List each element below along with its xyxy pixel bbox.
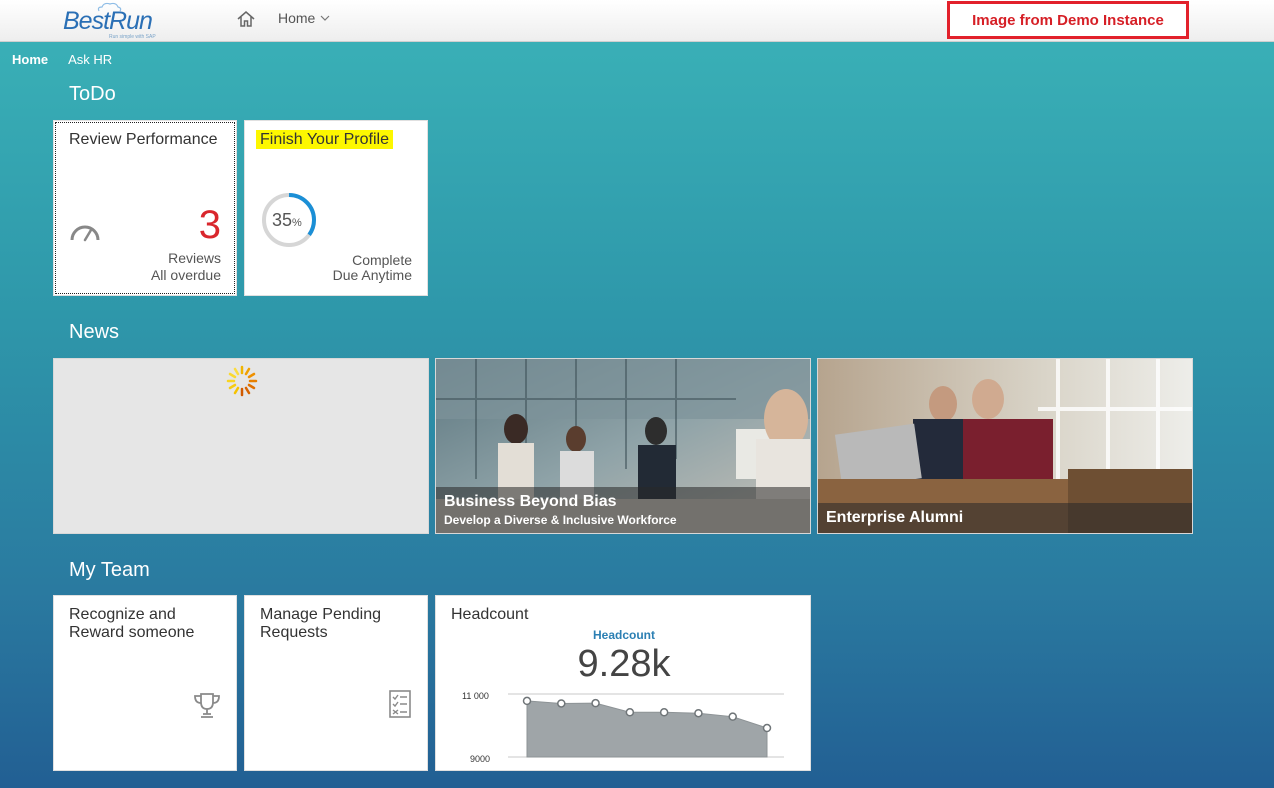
- bestrun-logo[interactable]: BestRun Run simple with SAP: [63, 2, 163, 40]
- profile-percent-unit: %: [292, 217, 302, 229]
- subnav-home[interactable]: Home: [12, 52, 48, 67]
- section-title-todo: ToDo: [69, 83, 116, 105]
- sub-navigation: Home Ask HR: [12, 52, 112, 67]
- review-label: Reviews: [168, 250, 221, 266]
- demo-badge-text: Image from Demo Instance: [972, 11, 1164, 29]
- tile-title-line2: Requests: [260, 624, 328, 641]
- logo-tagline: Run simple with SAP: [109, 34, 156, 40]
- loading-spinner-icon: [226, 365, 258, 397]
- y-tick-label: 11 000: [462, 691, 489, 701]
- headcount-data-point: [591, 698, 600, 708]
- headcount-data-point: [659, 708, 669, 717]
- shell-header: BestRun Run simple with SAP Home Image f…: [0, 0, 1274, 42]
- profile-percent: 35%: [272, 210, 302, 231]
- news-caption: Business Beyond Bias Develop a Diverse &…: [436, 487, 810, 533]
- tile-title: Recognize and Reward someone: [69, 606, 194, 642]
- chevron-down-icon: [320, 15, 330, 21]
- y-tick-label: 9000: [470, 754, 490, 764]
- section-title-news: News: [69, 321, 120, 343]
- recognize-reward-tile[interactable]: Recognize and Reward someone: [53, 595, 237, 771]
- manage-requests-tile[interactable]: Manage Pending Requests: [244, 595, 428, 771]
- logo-text: BestRun: [63, 7, 153, 35]
- news-title: Business Beyond Bias: [444, 493, 617, 510]
- news-title: Enterprise Alumni: [826, 509, 964, 526]
- news-tile-loading[interactable]: [53, 358, 429, 534]
- profile-due-label: Due Anytime: [332, 267, 412, 283]
- tile-title: Manage Pending Requests: [260, 606, 381, 642]
- news-tile-enterprise-alumni[interactable]: Enterprise Alumni: [817, 358, 1193, 534]
- section-title-my-team: My Team: [69, 559, 150, 581]
- headcount-tile[interactable]: Headcount Headcount 9.28k 11 000 9000: [435, 595, 811, 771]
- headcount-data-point: [762, 723, 772, 733]
- news-caption: Enterprise Alumni: [818, 503, 1192, 533]
- profile-percent-value: 35: [272, 210, 293, 230]
- headcount-data-point: [522, 696, 532, 706]
- finish-profile-tile[interactable]: Finish Your Profile 35% Complete Due Any…: [244, 120, 428, 296]
- gauge-icon: [70, 225, 100, 242]
- tile-title-line1: Recognize and: [69, 606, 176, 623]
- trophy-icon: [194, 693, 220, 718]
- tile-title-line2: Reward someone: [69, 624, 195, 641]
- tile-title-line1: Manage Pending: [260, 606, 381, 623]
- home-icon[interactable]: [236, 9, 256, 29]
- profile-complete-label: Complete: [352, 252, 412, 268]
- headcount-title: Headcount: [451, 606, 529, 623]
- headcount-data-point: [694, 708, 703, 718]
- news-tile-business-beyond-bias[interactable]: Business Beyond Bias Develop a Diverse &…: [435, 358, 811, 534]
- subnav-ask-hr[interactable]: Ask HR: [68, 52, 112, 67]
- tile-title: Finish Your Profile: [256, 130, 393, 149]
- headcount-data-point: [557, 699, 566, 708]
- home-menu-label: Home: [278, 10, 316, 26]
- review-count: 3: [198, 203, 221, 247]
- headcount-data-point: [625, 708, 635, 717]
- headcount-area: [526, 700, 768, 758]
- demo-instance-badge: Image from Demo Instance: [947, 1, 1189, 39]
- tile-title: Review Performance: [69, 131, 218, 148]
- checklist-icon: [389, 690, 411, 718]
- headcount-area-chart: 11 000 9000: [462, 691, 784, 764]
- finish-profile-title: Finish Your Profile: [256, 130, 393, 149]
- headcount-chart-label: Headcount: [592, 628, 655, 642]
- headcount-value: 9.28k: [577, 643, 671, 685]
- home-menu-button[interactable]: Home: [278, 10, 330, 26]
- news-subtitle: Develop a Diverse & Inclusive Workforce: [444, 513, 677, 527]
- review-performance-tile[interactable]: Review Performance 3 Reviews All overdue: [53, 120, 237, 296]
- review-status: All overdue: [150, 267, 221, 283]
- headcount-data-point: [728, 712, 737, 721]
